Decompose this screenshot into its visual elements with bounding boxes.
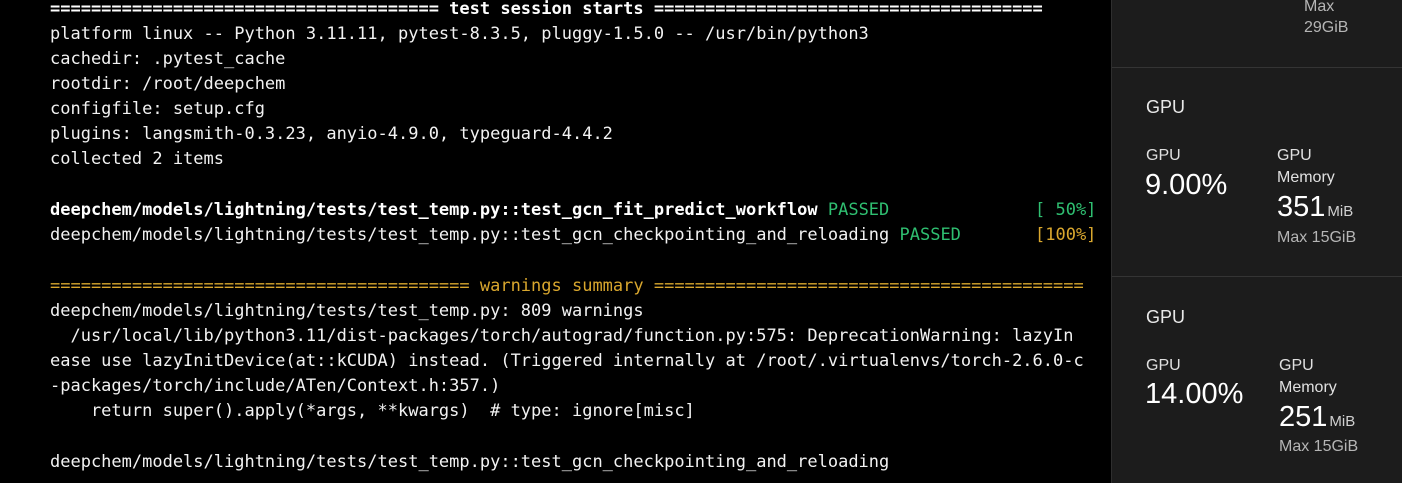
test-status: PASSED <box>827 200 890 220</box>
plugins-line: plugins: langsmith-0.3.23, anyio-4.9.0, … <box>50 124 613 144</box>
warning-detail-line: -packages/torch/include/ATen/Context.h:3… <box>50 376 501 396</box>
gpu-memory-value: 351 MiB <box>1277 191 1354 223</box>
test-path: deepchem/models/lightning/tests/test_tem… <box>50 200 828 220</box>
gpu-memory-max: Max 15GiB <box>1277 229 1357 246</box>
warning-file-line: deepchem/models/lightning/tests/test_tem… <box>50 301 644 321</box>
section-divider <box>1112 67 1402 68</box>
gpu-memory-max: Max 15GiB <box>1279 438 1359 455</box>
resource-monitor-panel: Max 29GiB GPU GPU 9.00% GPU Memory 351 MiB… <box>1111 0 1402 483</box>
gpu-memory-value: 251 MiB <box>1279 401 1356 433</box>
gpu-memory-label: GPU Memory <box>1279 357 1337 396</box>
cachedir-line: cachedir: .pytest_cache <box>50 49 286 69</box>
warnings-header: ========================================… <box>50 276 1084 296</box>
test-result-row: deepchem/models/lightning/tests/test_tem… <box>50 223 1096 248</box>
gpu-util-value: 9.00% <box>1145 169 1228 201</box>
ram-max-label: Max <box>1304 0 1335 15</box>
gpu-memory-label: GPU Memory <box>1277 147 1335 186</box>
session-header: ====================================== t… <box>50 0 1043 19</box>
test-progress: [ 50%] <box>1035 200 1097 220</box>
test-path: deepchem/models/lightning/tests/test_tem… <box>50 225 900 245</box>
gpu-section-title: GPU <box>1146 97 1186 117</box>
gpu-util-label: GPU <box>1146 147 1181 164</box>
test-status: PASSED <box>899 225 961 245</box>
warning-code-line: return super().apply(*args, **kwargs) # … <box>50 401 695 421</box>
gpu-util-label: GPU <box>1146 357 1181 374</box>
ram-max-value: 29GiB <box>1304 19 1349 36</box>
warning-detail-line: /usr/local/lib/python3.11/dist-packages/… <box>50 326 1074 346</box>
test-progress: [100%] <box>1035 225 1097 245</box>
configfile-line: configfile: setup.cfg <box>50 99 265 119</box>
warning-detail-line: ease use lazyInitDevice(at::kCUDA) inste… <box>50 351 1084 371</box>
gpu-util-value: 14.00% <box>1145 378 1244 410</box>
gpu-section-title: GPU <box>1146 307 1186 327</box>
platform-line: platform linux -- Python 3.11.11, pytest… <box>50 24 869 44</box>
rootdir-line: rootdir: /root/deepchem <box>50 74 286 94</box>
test-result-row: deepchem/models/lightning/tests/test_tem… <box>50 198 1096 223</box>
collected-line: collected 2 items <box>50 149 224 169</box>
section-divider <box>1112 276 1402 277</box>
warning-file-line: deepchem/models/lightning/tests/test_tem… <box>50 452 890 472</box>
terminal-output[interactable]: ====================================== t… <box>0 0 1110 483</box>
